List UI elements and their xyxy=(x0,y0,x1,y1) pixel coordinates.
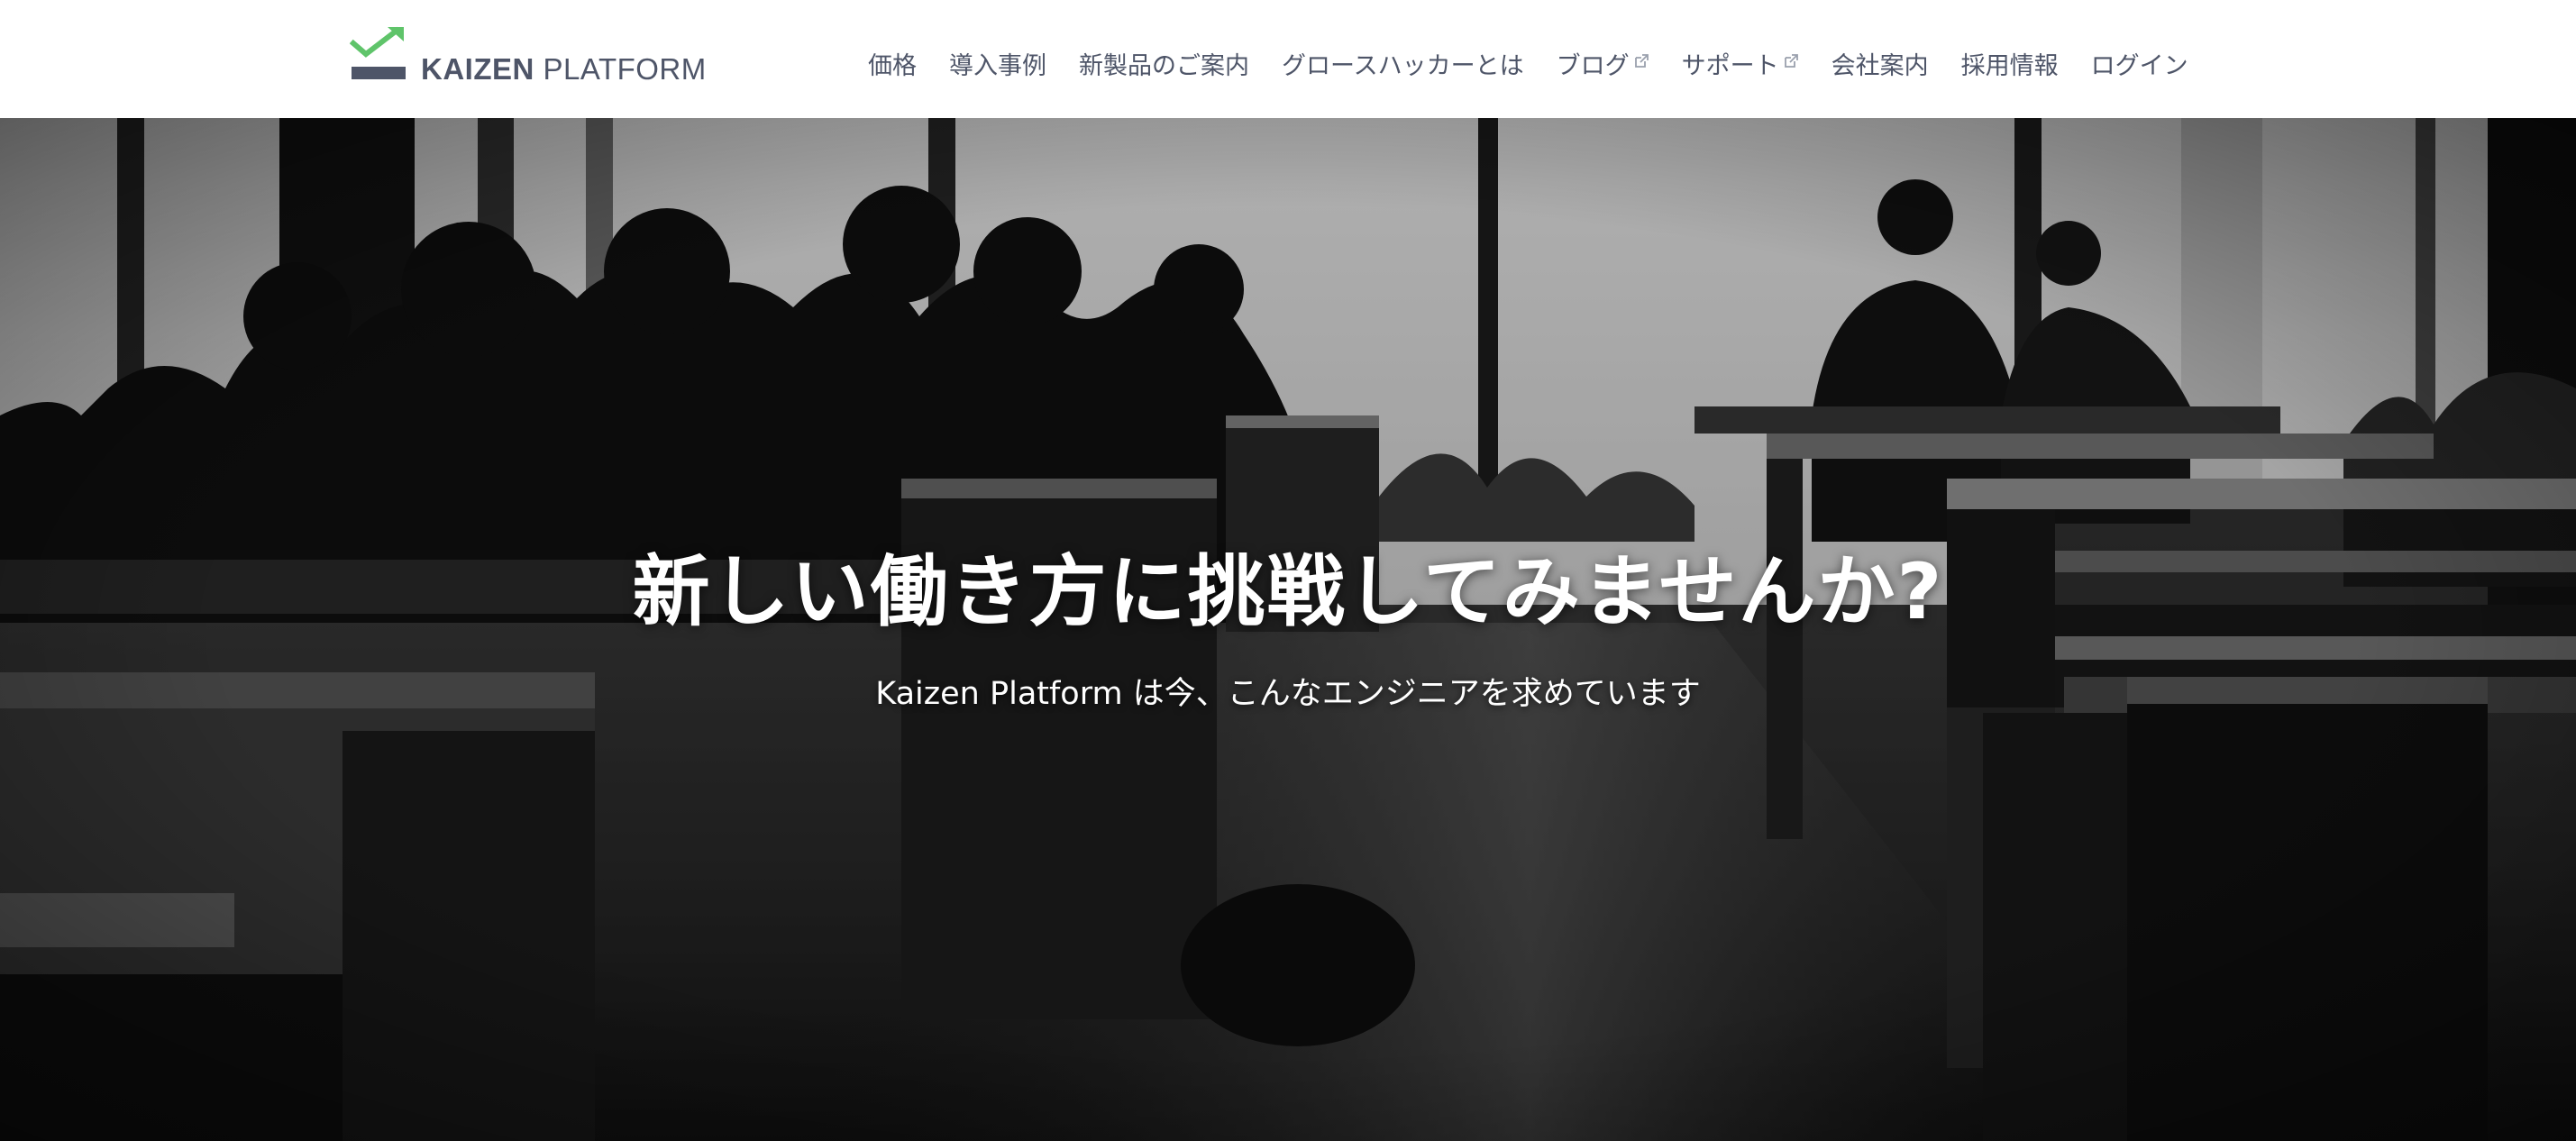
nav-item-blog[interactable]: ブログ xyxy=(1557,46,1649,81)
nav-item-support[interactable]: サポート xyxy=(1682,46,1799,81)
hero-subtitle: Kaizen Platform は今、こんなエンジニアを求めています xyxy=(875,676,1701,712)
nav-item-company[interactable]: 会社案内 xyxy=(1832,46,1929,81)
external-link-icon xyxy=(1784,54,1798,68)
growth-arrow-logo-icon xyxy=(350,26,406,79)
nav-item-growth-hacker[interactable]: グロースハッカーとは xyxy=(1282,46,1524,81)
kaizen-platform-logo[interactable]: KAIZEN PLATFORM xyxy=(350,25,728,88)
external-link-icon xyxy=(1634,54,1649,68)
nav-item-new-products[interactable]: 新製品のご案内 xyxy=(1079,46,1249,81)
site-header: KAIZEN PLATFORM 価格 導入事例 新製品のご案内 グロースハッカー… xyxy=(0,0,2576,118)
logo-text: KAIZEN PLATFORM xyxy=(421,52,707,86)
nav-item-login[interactable]: ログイン xyxy=(2091,46,2188,81)
hero-section: 新しい働き方に挑戦してみませんか? Kaizen Platform は今、こんな… xyxy=(0,118,2576,1141)
nav-item-careers[interactable]: 採用情報 xyxy=(1961,46,2059,81)
hero-title: 新しい働き方に挑戦してみませんか? xyxy=(632,547,1944,637)
nav-item-case-studies[interactable]: 導入事例 xyxy=(949,46,1046,81)
nav-item-pricing[interactable]: 価格 xyxy=(868,46,917,81)
main-nav: 価格 導入事例 新製品のご案内 グロースハッカーとは ブログ サポート 会社案内… xyxy=(868,45,2188,81)
